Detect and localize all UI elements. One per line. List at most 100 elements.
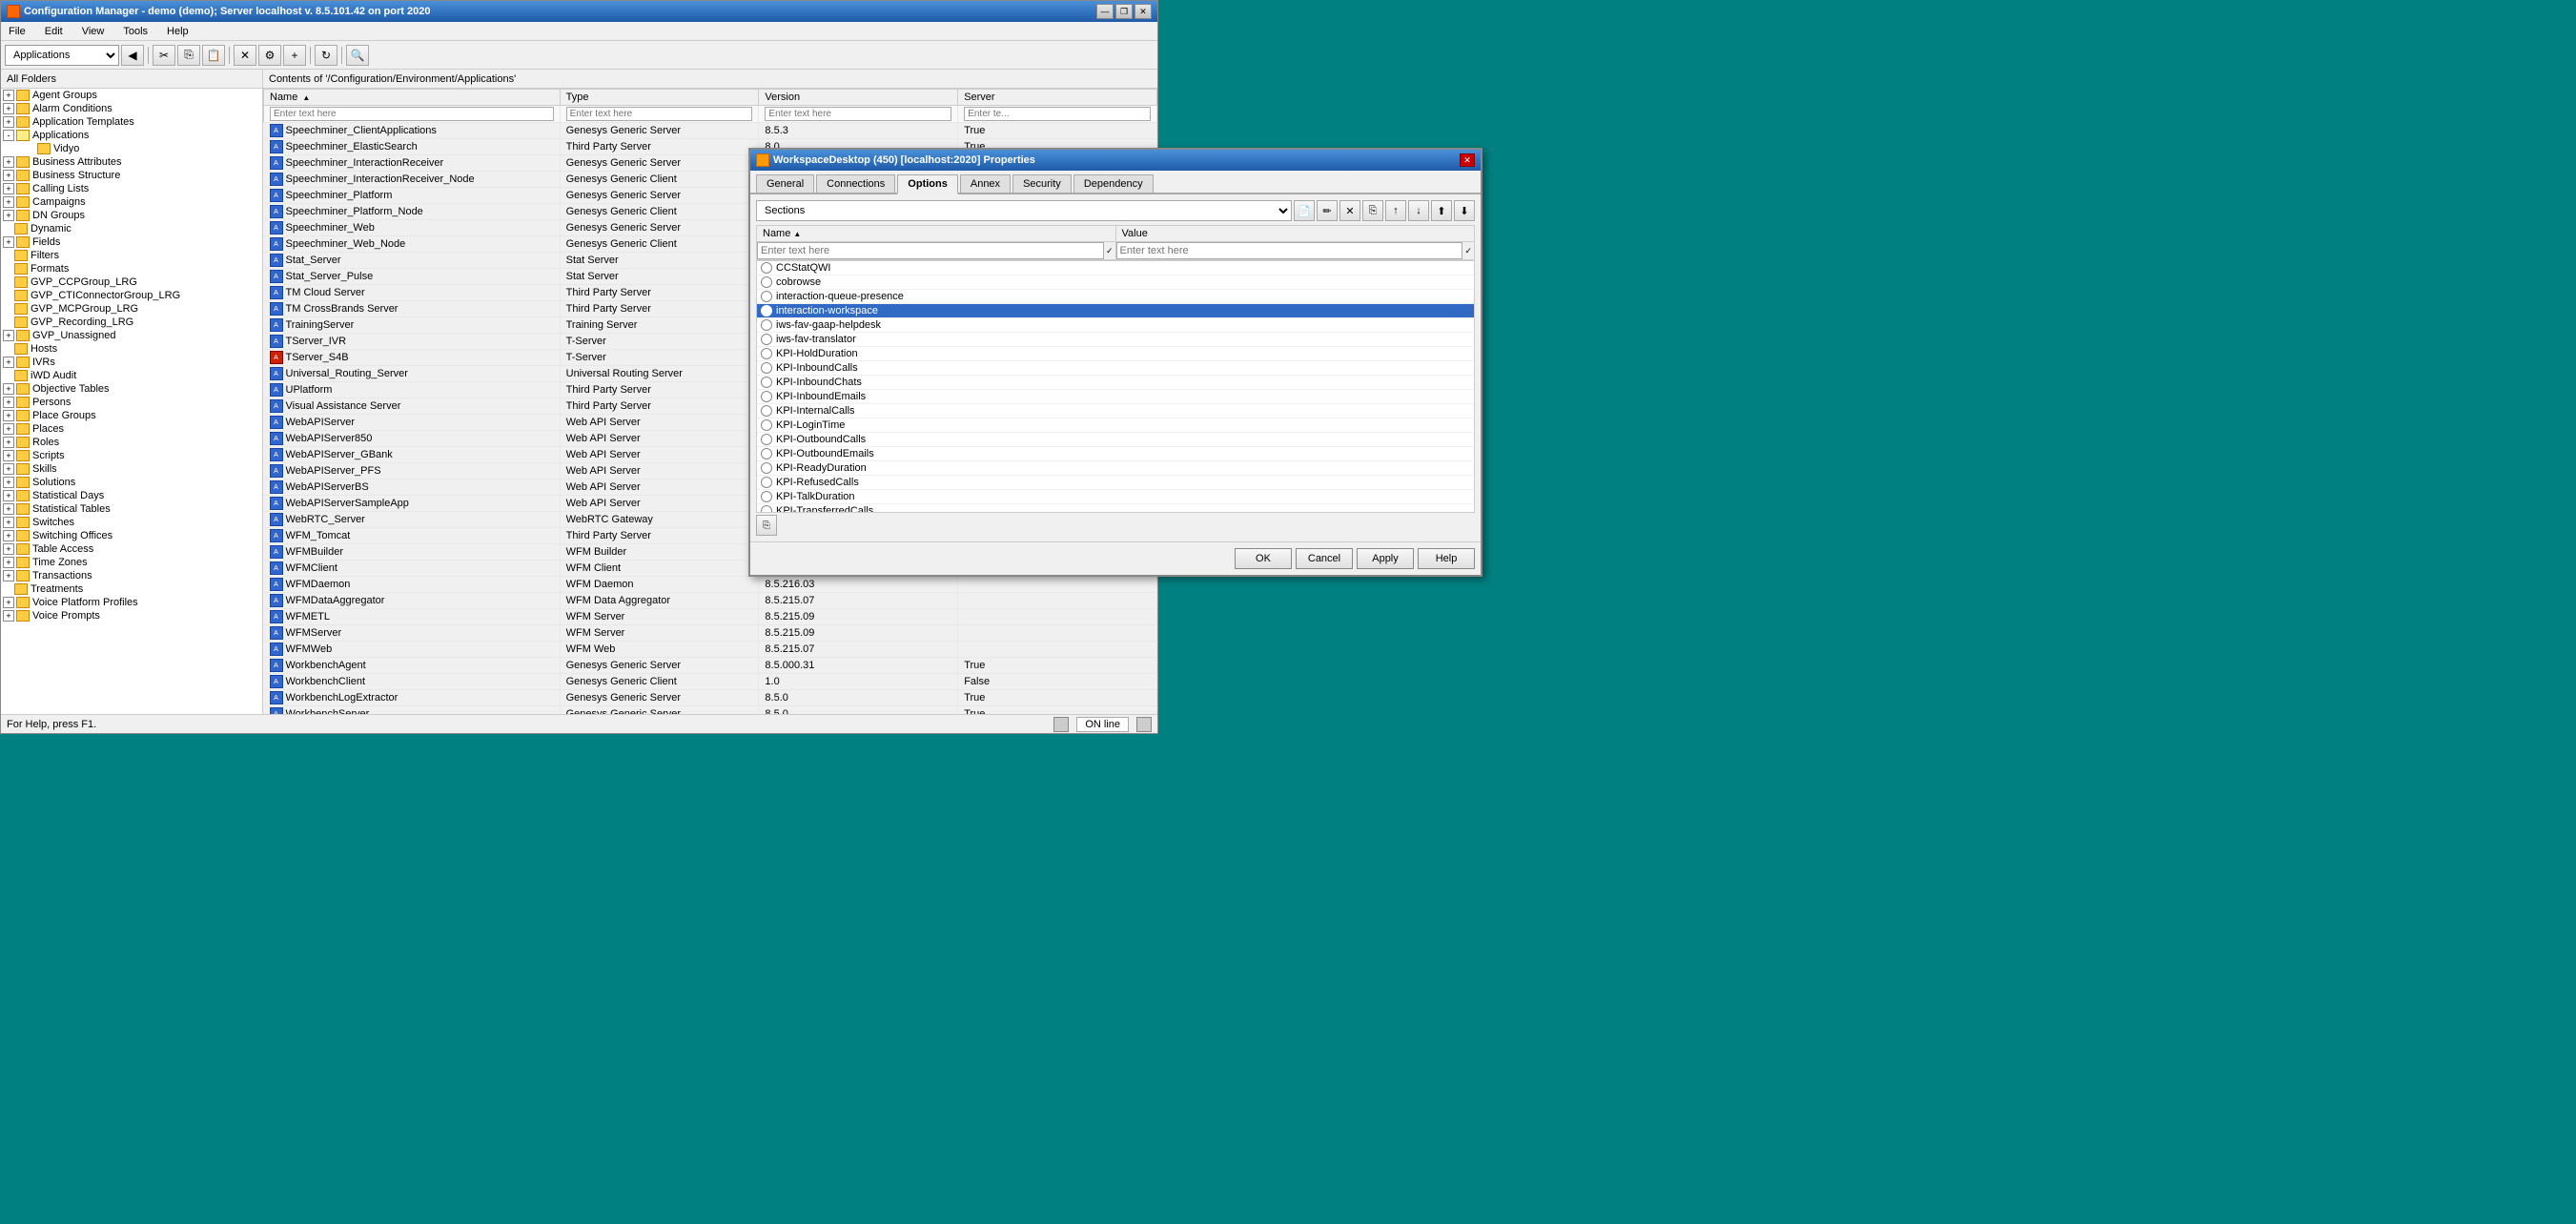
refresh-button[interactable]: ↻ — [315, 45, 337, 66]
expand-roles[interactable]: + — [3, 437, 14, 448]
apply-button[interactable]: Apply — [1357, 548, 1414, 569]
expand-switching-offices[interactable]: + — [3, 530, 14, 541]
expand-calling-lists[interactable]: + — [3, 183, 14, 194]
options-list-item[interactable]: KPI-InboundCalls — [757, 361, 1474, 376]
delete-section-button[interactable]: ✕ — [1339, 200, 1360, 221]
tree-item-treatments[interactable]: Treatments — [1, 582, 262, 596]
menu-view[interactable]: View — [78, 25, 109, 38]
menu-help[interactable]: Help — [163, 25, 193, 38]
table-row[interactable]: AWFMDaemonWFM Daemon8.5.216.03 — [264, 577, 1157, 593]
tree-item-campaigns[interactable]: + Campaigns — [1, 195, 262, 209]
tree-item-fields[interactable]: + Fields — [1, 235, 262, 249]
expand-application-templates[interactable]: + — [3, 116, 14, 128]
help-button[interactable]: Help — [1418, 548, 1475, 569]
minimize-button[interactable]: — — [1096, 4, 1114, 19]
options-list-item[interactable]: interaction-workspace — [757, 304, 1474, 318]
tree-item-voice-prompts[interactable]: + Voice Prompts — [1, 609, 262, 622]
tree-item-alarm-conditions[interactable]: + Alarm Conditions — [1, 102, 262, 115]
filter-name[interactable] — [270, 107, 554, 121]
expand-business-attributes[interactable]: + — [3, 156, 14, 168]
tab-security[interactable]: Security — [1012, 174, 1072, 193]
options-list-item[interactable]: KPI-InboundEmails — [757, 390, 1474, 404]
expand-place-groups[interactable]: + — [3, 410, 14, 421]
col-version[interactable]: Version — [759, 90, 958, 106]
expand-agent-groups[interactable]: + — [3, 90, 14, 101]
options-list-item[interactable]: KPI-RefusedCalls — [757, 476, 1474, 490]
table-row[interactable]: AWorkbenchAgentGenesys Generic Server8.5… — [264, 658, 1157, 674]
copy-section-button[interactable]: ⎘ — [1362, 200, 1383, 221]
options-list-item[interactable]: cobrowse — [757, 275, 1474, 290]
filter-type[interactable] — [566, 107, 753, 121]
tree-area[interactable]: + Agent Groups + Alarm Conditions + Appl… — [1, 89, 262, 714]
expand-scripts[interactable]: + — [3, 450, 14, 461]
dialog-close-button[interactable]: ✕ — [1460, 153, 1475, 167]
ok-button[interactable]: OK — [1235, 548, 1292, 569]
copy-button[interactable]: ⎘ — [177, 45, 200, 66]
expand-places[interactable]: + — [3, 423, 14, 435]
cancel-button[interactable]: Cancel — [1296, 548, 1353, 569]
tree-item-iwd-audit[interactable]: iWD Audit — [1, 369, 262, 382]
tree-item-dn-groups[interactable]: + DN Groups — [1, 209, 262, 222]
tree-item-scripts[interactable]: + Scripts — [1, 449, 262, 462]
import-button[interactable]: ⬆ — [1431, 200, 1452, 221]
tab-dependency[interactable]: Dependency — [1073, 174, 1154, 193]
tree-item-application-templates[interactable]: + Application Templates — [1, 115, 262, 129]
expand-switches[interactable]: + — [3, 517, 14, 528]
tree-item-filters[interactable]: Filters — [1, 249, 262, 262]
table-row[interactable]: AWorkbenchServerGenesys Generic Server8.… — [264, 706, 1157, 715]
tree-item-agent-groups[interactable]: + Agent Groups — [1, 89, 262, 102]
tab-general[interactable]: General — [756, 174, 814, 193]
tree-item-gvp-ctigroup[interactable]: GVP_CTIConnectorGroup_LRG — [1, 289, 262, 302]
expand-gvp-unassigned[interactable]: + — [3, 330, 14, 341]
options-list-item[interactable]: KPI-HoldDuration — [757, 347, 1474, 361]
tree-item-formats[interactable]: Formats — [1, 262, 262, 275]
tree-item-dynamic[interactable]: Dynamic — [1, 222, 262, 235]
options-list[interactable]: CCStatQWIcobrowseinteraction-queue-prese… — [756, 260, 1475, 513]
table-row[interactable]: AWFMServerWFM Server8.5.215.09 — [264, 625, 1157, 642]
copy-to-clipboard-button[interactable]: ⎘ — [756, 515, 777, 536]
options-list-item[interactable]: KPI-TransferredCalls — [757, 504, 1474, 513]
tree-item-business-attributes[interactable]: + Business Attributes — [1, 155, 262, 169]
expand-business-structure[interactable]: + — [3, 170, 14, 181]
options-name-header[interactable]: Name ▲ — [757, 226, 1116, 241]
filter-clear-value[interactable]: ✓ — [1462, 246, 1474, 256]
tree-item-place-groups[interactable]: + Place Groups — [1, 409, 262, 422]
move-down-button[interactable]: ↓ — [1408, 200, 1429, 221]
expand-dn-groups[interactable]: + — [3, 210, 14, 221]
menu-tools[interactable]: Tools — [119, 25, 152, 38]
options-value-header[interactable]: Value — [1116, 226, 1475, 241]
expand-time-zones[interactable]: + — [3, 557, 14, 568]
restore-button[interactable]: ❐ — [1115, 4, 1133, 19]
new-section-button[interactable]: 📄 — [1294, 200, 1315, 221]
expand-persons[interactable]: + — [3, 397, 14, 408]
expand-table-access[interactable]: + — [3, 543, 14, 555]
filter-version[interactable] — [765, 107, 951, 121]
options-name-filter[interactable] — [757, 242, 1104, 259]
tree-item-time-zones[interactable]: + Time Zones — [1, 556, 262, 569]
tree-item-objective-tables[interactable]: + Objective Tables — [1, 382, 262, 396]
tree-item-hosts[interactable]: Hosts — [1, 342, 262, 356]
expand-skills[interactable]: + — [3, 463, 14, 475]
delete-button[interactable]: ✕ — [234, 45, 256, 66]
col-type[interactable]: Type — [560, 90, 759, 106]
expand-fields[interactable]: + — [3, 236, 14, 248]
edit-section-button[interactable]: ✏ — [1317, 200, 1338, 221]
export-button[interactable]: ⬇ — [1454, 200, 1475, 221]
options-list-item[interactable]: CCStatQWI — [757, 261, 1474, 275]
paste-button[interactable]: 📋 — [202, 45, 225, 66]
table-row[interactable]: ASpeechminer_ClientApplicationsGenesys G… — [264, 123, 1157, 139]
table-row[interactable]: AWorkbenchLogExtractorGenesys Generic Se… — [264, 690, 1157, 706]
sections-dropdown[interactable]: Sections — [756, 200, 1292, 221]
col-name[interactable]: Name ▲ — [264, 90, 561, 106]
properties-button[interactable]: ⚙ — [258, 45, 281, 66]
col-server[interactable]: Server — [958, 90, 1157, 106]
cut-button[interactable]: ✂ — [153, 45, 175, 66]
tab-annex[interactable]: Annex — [960, 174, 1011, 193]
options-list-item[interactable]: interaction-queue-presence — [757, 290, 1474, 304]
tree-item-statistical-tables[interactable]: + Statistical Tables — [1, 502, 262, 516]
expand-statistical-days[interactable]: + — [3, 490, 14, 501]
table-row[interactable]: AWFMDataAggregatorWFM Data Aggregator8.5… — [264, 593, 1157, 609]
options-list-item[interactable]: KPI-OutboundEmails — [757, 447, 1474, 461]
new-button[interactable]: + — [283, 45, 306, 66]
expand-ivrs[interactable]: + — [3, 357, 14, 368]
